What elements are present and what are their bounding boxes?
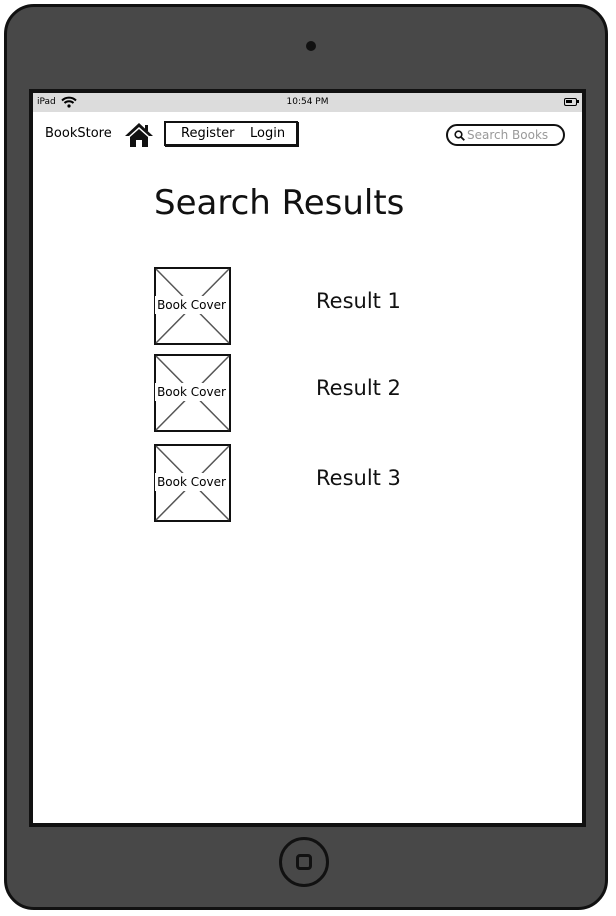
result-title[interactable]: Result 3 xyxy=(316,466,401,490)
status-bar: iPad 10:54 PM xyxy=(33,93,582,112)
register-link[interactable]: Register xyxy=(181,126,235,141)
brand-name[interactable]: BookStore xyxy=(45,126,112,141)
search-icon xyxy=(454,130,465,141)
book-cover-label: Book Cover xyxy=(155,473,228,491)
status-time: 10:54 PM xyxy=(286,97,329,107)
result-title[interactable]: Result 1 xyxy=(316,289,401,313)
battery-icon xyxy=(564,98,579,106)
book-cover-label: Book Cover xyxy=(155,383,228,401)
device-home-button[interactable] xyxy=(279,837,329,887)
home-icon[interactable] xyxy=(124,122,154,148)
book-cover-label: Book Cover xyxy=(155,296,228,314)
auth-links-box: Register Login xyxy=(164,121,298,146)
result-row[interactable]: Book Cover Result 3 xyxy=(154,444,514,522)
login-link[interactable]: Login xyxy=(250,126,285,141)
page-title: Search Results xyxy=(154,183,405,223)
book-cover-image[interactable]: Book Cover xyxy=(154,444,231,522)
search-input[interactable] xyxy=(467,127,559,143)
result-row[interactable]: Book Cover Result 2 xyxy=(154,354,514,432)
result-row[interactable]: Book Cover Result 1 xyxy=(154,267,514,345)
search-box[interactable] xyxy=(446,124,565,146)
result-title[interactable]: Result 2 xyxy=(316,376,401,400)
camera-dot xyxy=(306,41,316,51)
book-cover-image[interactable]: Book Cover xyxy=(154,267,231,345)
screen: iPad 10:54 PM BookStore Register Login S… xyxy=(29,89,586,827)
book-cover-image[interactable]: Book Cover xyxy=(154,354,231,432)
